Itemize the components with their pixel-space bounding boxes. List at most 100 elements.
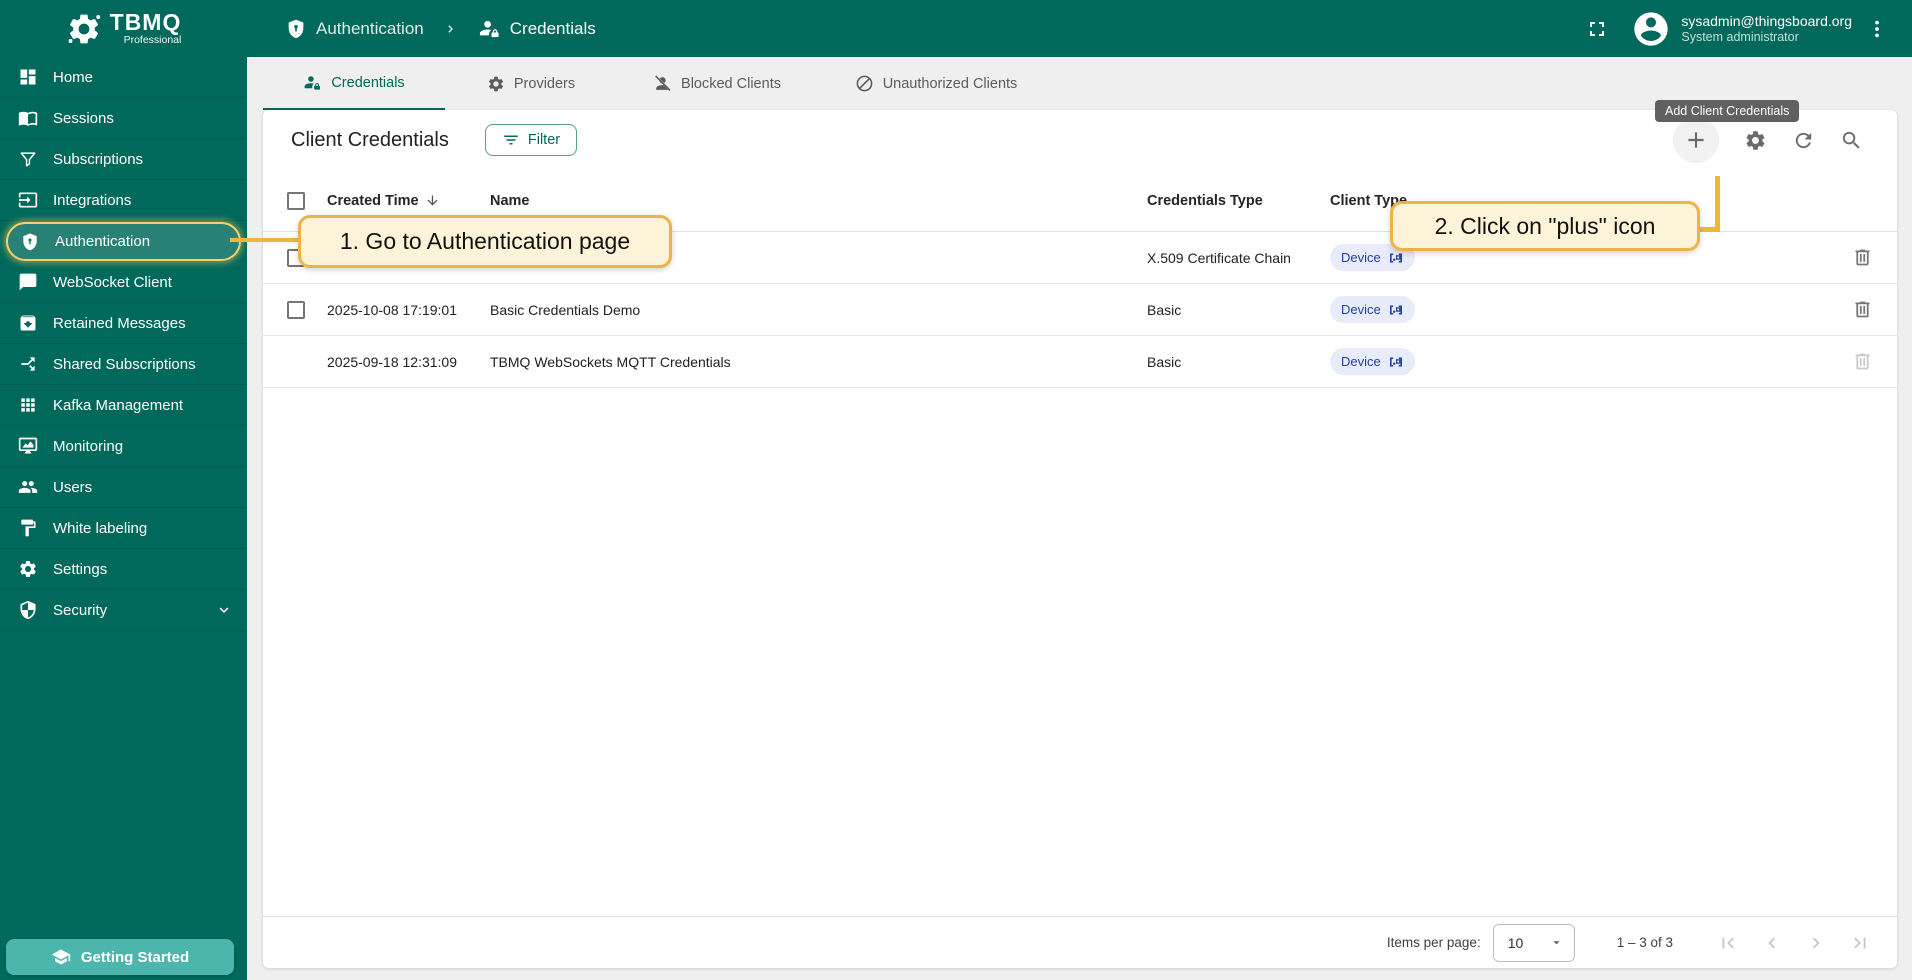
pagination-nav (1717, 932, 1871, 954)
sidebar: Home Sessions Subscriptions Integrations… (0, 57, 247, 980)
filter-button[interactable]: Filter (485, 124, 577, 156)
breadcrumb-authentication[interactable]: Authentication (285, 18, 424, 40)
annotation-connector-2-vertical (1715, 176, 1720, 231)
getting-started-button[interactable]: Getting Started (6, 939, 234, 975)
chevron-right-icon (443, 21, 459, 37)
brand-subtitle: Professional (124, 34, 182, 46)
table-row[interactable]: 2025-09-18 12:31:09 TBMQ WebSockets MQTT… (263, 336, 1897, 388)
table-empty-area (263, 388, 1897, 916)
breadcrumb-credentials[interactable]: Credentials (478, 17, 596, 40)
breadcrumb-label: Authentication (316, 19, 424, 39)
sidebar-item-retained-messages[interactable]: Retained Messages (0, 303, 247, 344)
call-split-icon (18, 354, 38, 374)
sidebar-item-settings[interactable]: Settings (0, 549, 247, 590)
topbar: TBMQ Professional Authentication Credent… (0, 0, 1912, 57)
sidebar-item-shared-subscriptions[interactable]: Shared Subscriptions (0, 344, 247, 385)
fullscreen-button[interactable] (1585, 17, 1609, 41)
shield-half-icon (18, 600, 38, 620)
cell-name: TBMQ WebSockets MQTT Credentials (490, 354, 1147, 370)
user-lock-icon (478, 17, 501, 40)
refresh-icon (1792, 129, 1815, 152)
plus-icon (1683, 127, 1709, 153)
search-icon (1840, 129, 1863, 152)
cell-created-time: 2025-10-08 17:19:01 (327, 302, 490, 318)
tab-providers[interactable]: Providers (445, 57, 617, 110)
app-root: TBMQ Professional Authentication Credent… (0, 0, 1912, 980)
breadcrumb-label: Credentials (510, 19, 596, 39)
column-header-name[interactable]: Name (490, 193, 1147, 209)
person-off-icon (653, 74, 672, 93)
client-type-chip: Device (1330, 296, 1415, 323)
previous-page-button (1761, 932, 1783, 954)
delete-button-disabled (1852, 351, 1873, 372)
chat-icon (18, 272, 38, 292)
dashboard-icon (18, 67, 38, 87)
cell-credentials-type: Basic (1147, 354, 1330, 370)
more-vert-icon (1866, 18, 1888, 40)
sidebar-item-users[interactable]: Users (0, 467, 247, 508)
card-header: Client Credentials Filter (263, 110, 1897, 170)
cell-credentials-type: X.509 Certificate Chain (1147, 250, 1330, 266)
select-all-checkbox[interactable] (287, 192, 305, 210)
tab-credentials[interactable]: Credentials (263, 57, 445, 110)
search-button[interactable] (1840, 129, 1863, 152)
sidebar-item-integrations[interactable]: Integrations (0, 180, 247, 221)
cell-name: Basic Credentials Demo (490, 302, 1147, 318)
table-row[interactable]: 2025-10-08 17:19:01 Basic Credentials De… (263, 284, 1897, 336)
dropdown-caret-icon (1549, 935, 1564, 950)
page-range-label: 1 – 3 of 3 (1617, 935, 1673, 950)
first-page-button (1717, 932, 1739, 954)
sidebar-item-kafka-management[interactable]: Kafka Management (0, 385, 247, 426)
fullscreen-icon (1585, 17, 1609, 41)
main-content: Credentials Providers Blocked Clients Un… (247, 57, 1912, 980)
sidebar-item-security[interactable]: Security (0, 590, 247, 631)
sidebar-item-sessions[interactable]: Sessions (0, 98, 247, 139)
paint-icon (18, 518, 38, 538)
trash-icon (1852, 351, 1873, 372)
device-icon (1388, 302, 1404, 318)
tbmq-logo[interactable]: TBMQ Professional (0, 0, 247, 57)
add-credentials-button[interactable] (1673, 117, 1719, 163)
row-checkbox[interactable] (287, 301, 305, 319)
user-info: sysadmin@thingsboard.org System administ… (1681, 13, 1852, 45)
gear-icon (487, 75, 505, 93)
tab-blocked-clients[interactable]: Blocked Clients (617, 57, 817, 110)
sidebar-item-authentication[interactable]: Authentication (6, 222, 241, 261)
tab-unauthorized-clients[interactable]: Unauthorized Clients (817, 57, 1055, 110)
last-page-button (1849, 932, 1871, 954)
more-menu-button[interactable] (1866, 18, 1888, 40)
brand-name: TBMQ (110, 11, 182, 33)
device-icon (1388, 354, 1404, 370)
cell-credentials-type: Basic (1147, 302, 1330, 318)
sort-desc-icon (425, 193, 440, 208)
trash-icon (1852, 299, 1873, 320)
column-header-created-time[interactable]: Created Time (327, 193, 490, 209)
sidebar-item-white-labeling[interactable]: White labeling (0, 508, 247, 549)
table-settings-button[interactable] (1744, 129, 1767, 152)
next-page-button (1805, 932, 1827, 954)
page-size-select[interactable]: 10 (1493, 924, 1575, 962)
block-icon (855, 74, 874, 93)
sidebar-item-home[interactable]: Home (0, 57, 247, 98)
input-icon (18, 190, 38, 210)
delete-button[interactable] (1852, 247, 1873, 268)
sidebar-spacer (0, 631, 247, 939)
breadcrumb: Authentication Credentials (285, 17, 596, 40)
device-icon (1388, 250, 1404, 266)
sidebar-item-websocket-client[interactable]: WebSocket Client (0, 262, 247, 303)
monitor-icon (18, 436, 38, 456)
cell-client-type: Device (1330, 296, 1823, 323)
archive-icon (18, 313, 38, 333)
gear-icon (1744, 129, 1767, 152)
sidebar-item-subscriptions[interactable]: Subscriptions (0, 139, 247, 180)
cell-client-type: Device (1330, 348, 1823, 375)
avatar[interactable] (1631, 9, 1671, 49)
table-actions (1673, 117, 1863, 163)
column-header-credentials-type[interactable]: Credentials Type (1147, 193, 1330, 209)
refresh-button[interactable] (1792, 129, 1815, 152)
tab-bar: Credentials Providers Blocked Clients Un… (263, 57, 1897, 110)
page-title: Client Credentials (291, 129, 449, 152)
delete-button[interactable] (1852, 299, 1873, 320)
school-icon (51, 947, 71, 967)
sidebar-item-monitoring[interactable]: Monitoring (0, 426, 247, 467)
